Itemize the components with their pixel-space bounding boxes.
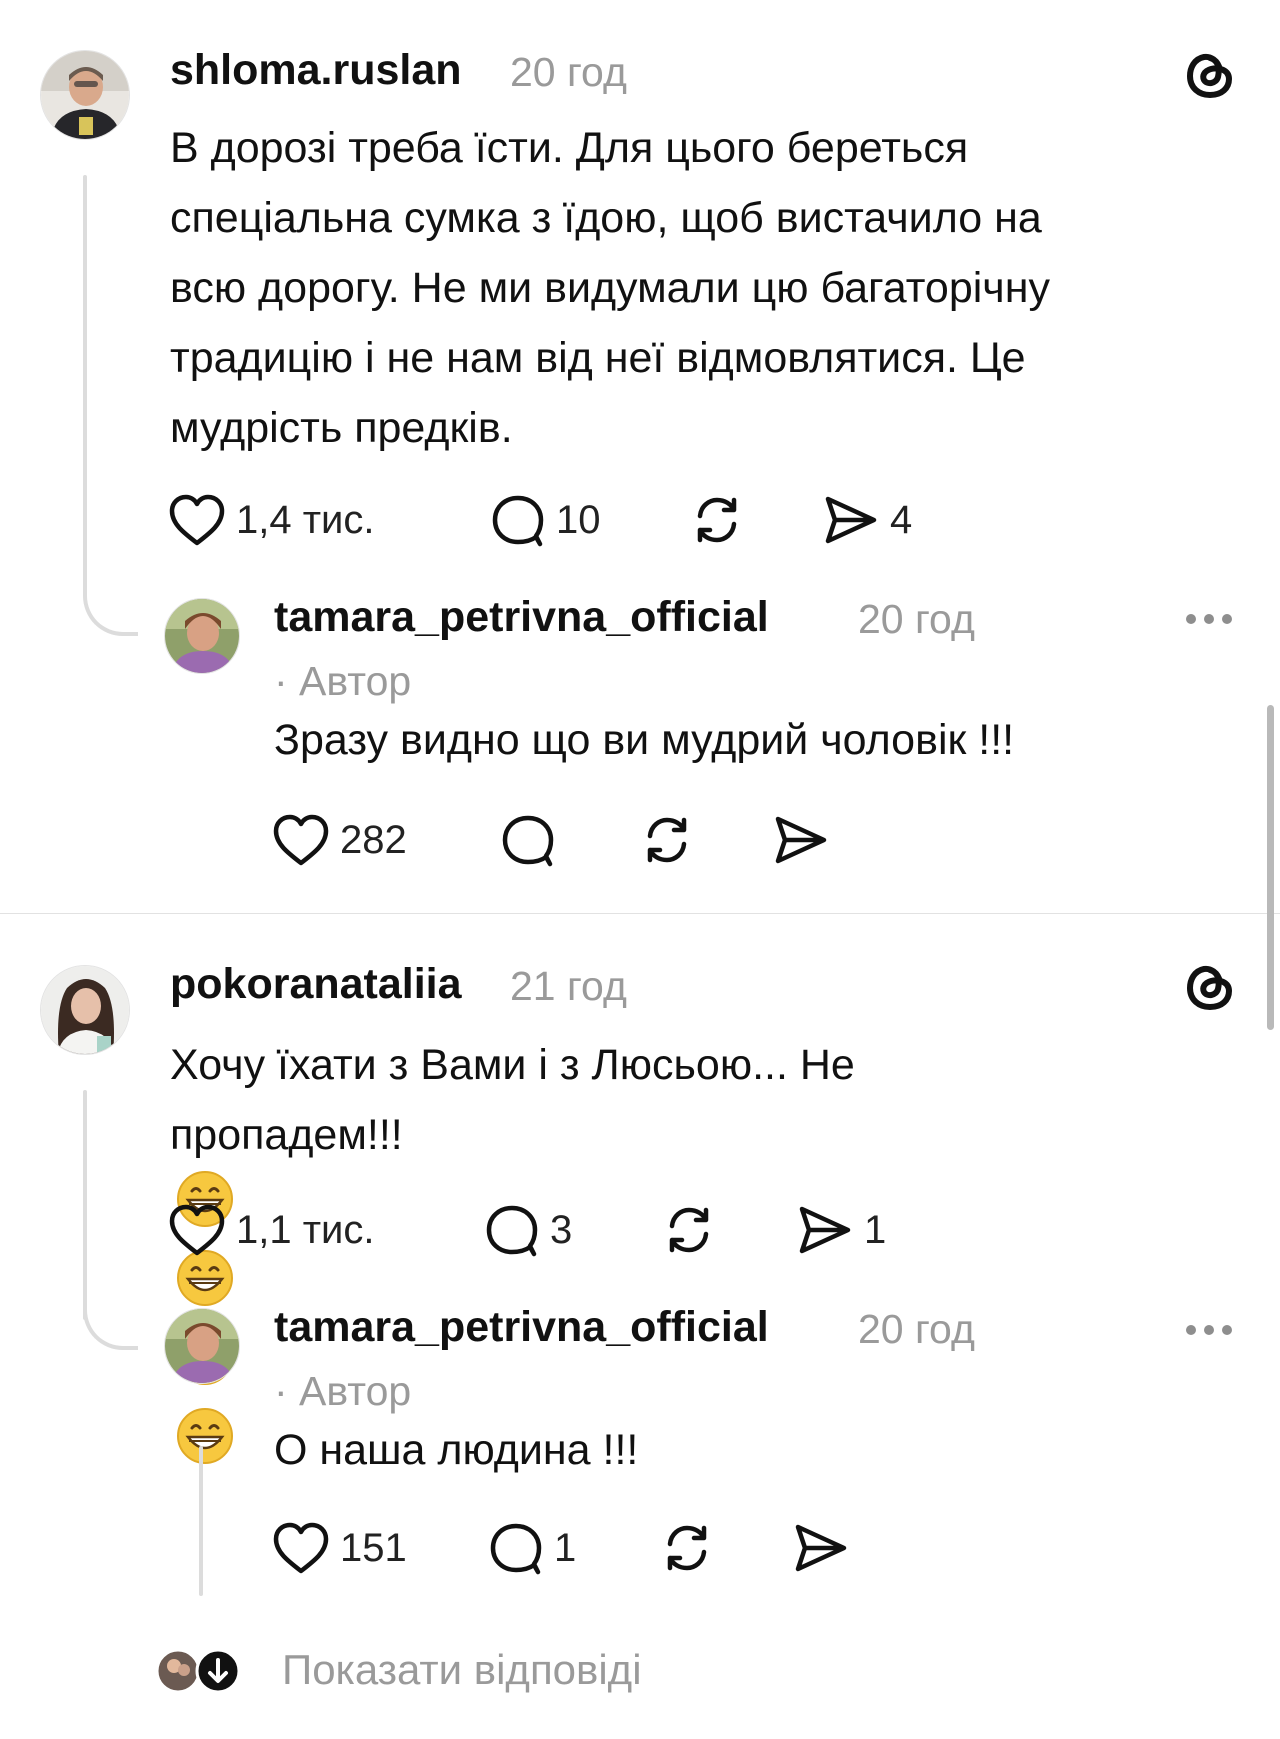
thread-line — [83, 175, 87, 580]
repost-button[interactable] — [638, 810, 696, 870]
repost-button[interactable] — [688, 490, 746, 550]
comment-button[interactable]: 10 — [490, 490, 601, 550]
post-text: В дорозі треба їсти. Для цього береться … — [170, 113, 1050, 463]
comment-icon — [492, 495, 544, 547]
comment-icon — [490, 1523, 542, 1575]
threads-logo-icon[interactable] — [1182, 46, 1238, 102]
repost-icon — [697, 497, 737, 543]
like-button[interactable]: 282 — [272, 810, 407, 870]
comment-icon — [486, 1205, 538, 1257]
thread-connector — [83, 1300, 138, 1350]
like-count: 1,1 тис. — [236, 1207, 375, 1252]
like-count: 282 — [340, 817, 407, 862]
show-replies-avatars[interactable] — [155, 1646, 246, 1696]
repost-button[interactable] — [660, 1200, 718, 1260]
avatar[interactable] — [40, 965, 130, 1055]
author-label: · Автор — [274, 658, 412, 704]
reply-time: 20 год — [858, 596, 975, 642]
like-button[interactable]: 1,1 тис. — [168, 1200, 375, 1260]
heart-icon — [273, 814, 329, 866]
comment-count: 3 — [550, 1207, 573, 1252]
comment-button[interactable]: 3 — [484, 1200, 572, 1260]
reply-avatar[interactable] — [164, 1308, 240, 1384]
like-button[interactable]: 1,4 тис. — [168, 490, 375, 550]
more-icon[interactable] — [1186, 1325, 1232, 1335]
heart-icon — [169, 1204, 225, 1256]
post-text-line: традицію і не нам від неї відмовлятися. … — [170, 334, 1026, 382]
post-username[interactable]: shloma.ruslan — [170, 46, 462, 95]
comment-icon — [502, 815, 554, 867]
share-button[interactable] — [772, 810, 830, 870]
reply-username[interactable]: tamara_petrivna_official — [274, 593, 769, 642]
thread-line — [199, 1446, 203, 1596]
share-icon — [825, 496, 877, 544]
reply-time: 20 год — [858, 1306, 975, 1352]
like-button[interactable]: 151 — [272, 1518, 407, 1578]
share-count: 4 — [890, 497, 913, 542]
share-button[interactable] — [792, 1518, 850, 1578]
share-button[interactable]: 1 — [796, 1200, 886, 1260]
repost-button[interactable] — [658, 1518, 716, 1578]
post-text-line: всю дорогу. Не ми видумали цю багаторічн… — [170, 264, 1050, 312]
show-replies-link[interactable]: Показати відповіді — [282, 1646, 642, 1694]
like-count: 151 — [340, 1525, 407, 1570]
threads-comments-screen: shloma.ruslan 20 год В дорозі треба їсти… — [0, 0, 1280, 1739]
comment-count: 10 — [556, 497, 601, 542]
avatar[interactable] — [40, 50, 130, 140]
reply-username[interactable]: tamara_petrivna_official — [274, 1303, 769, 1352]
repost-icon — [667, 1525, 707, 1571]
scrollbar[interactable] — [1267, 705, 1274, 1030]
post-divider — [0, 913, 1280, 914]
more-icon[interactable] — [1186, 614, 1232, 624]
thread-line — [83, 1090, 87, 1320]
post-text-line: мудрість предків. — [170, 404, 513, 452]
repost-icon — [647, 817, 687, 863]
post-text-line: спеціальна сумка з їдою, щоб вистачило н… — [170, 194, 1042, 242]
post-text-line: В дорозі треба їсти. Для цього береться — [170, 124, 969, 172]
repost-icon — [669, 1207, 709, 1253]
author-label: · Автор — [274, 1368, 412, 1414]
share-button[interactable]: 4 — [822, 490, 912, 550]
reply-text: Зразу видно що ви мудрий чоловік !!! — [274, 716, 1015, 764]
reply-avatar[interactable] — [164, 598, 240, 674]
post-time: 21 год — [510, 963, 627, 1009]
reply-text: О наша людина !!! — [274, 1426, 639, 1474]
thread-connector — [83, 560, 138, 636]
share-count: 1 — [864, 1207, 887, 1252]
share-icon — [795, 1524, 847, 1572]
share-icon — [799, 1206, 851, 1254]
heart-icon — [273, 1522, 329, 1574]
heart-icon — [169, 494, 225, 546]
threads-logo-icon[interactable] — [1182, 958, 1238, 1014]
comment-button[interactable]: 1 — [488, 1518, 576, 1578]
post-time: 20 год — [510, 49, 627, 95]
post-username[interactable]: pokoranataliia — [170, 960, 462, 1009]
post-text-line: Хочу їхати з Вами і з Люсьою... Не — [170, 1041, 855, 1089]
comment-count: 1 — [554, 1525, 577, 1570]
share-icon — [775, 816, 827, 864]
like-count: 1,4 тис. — [236, 497, 375, 542]
comment-button[interactable] — [500, 810, 556, 870]
